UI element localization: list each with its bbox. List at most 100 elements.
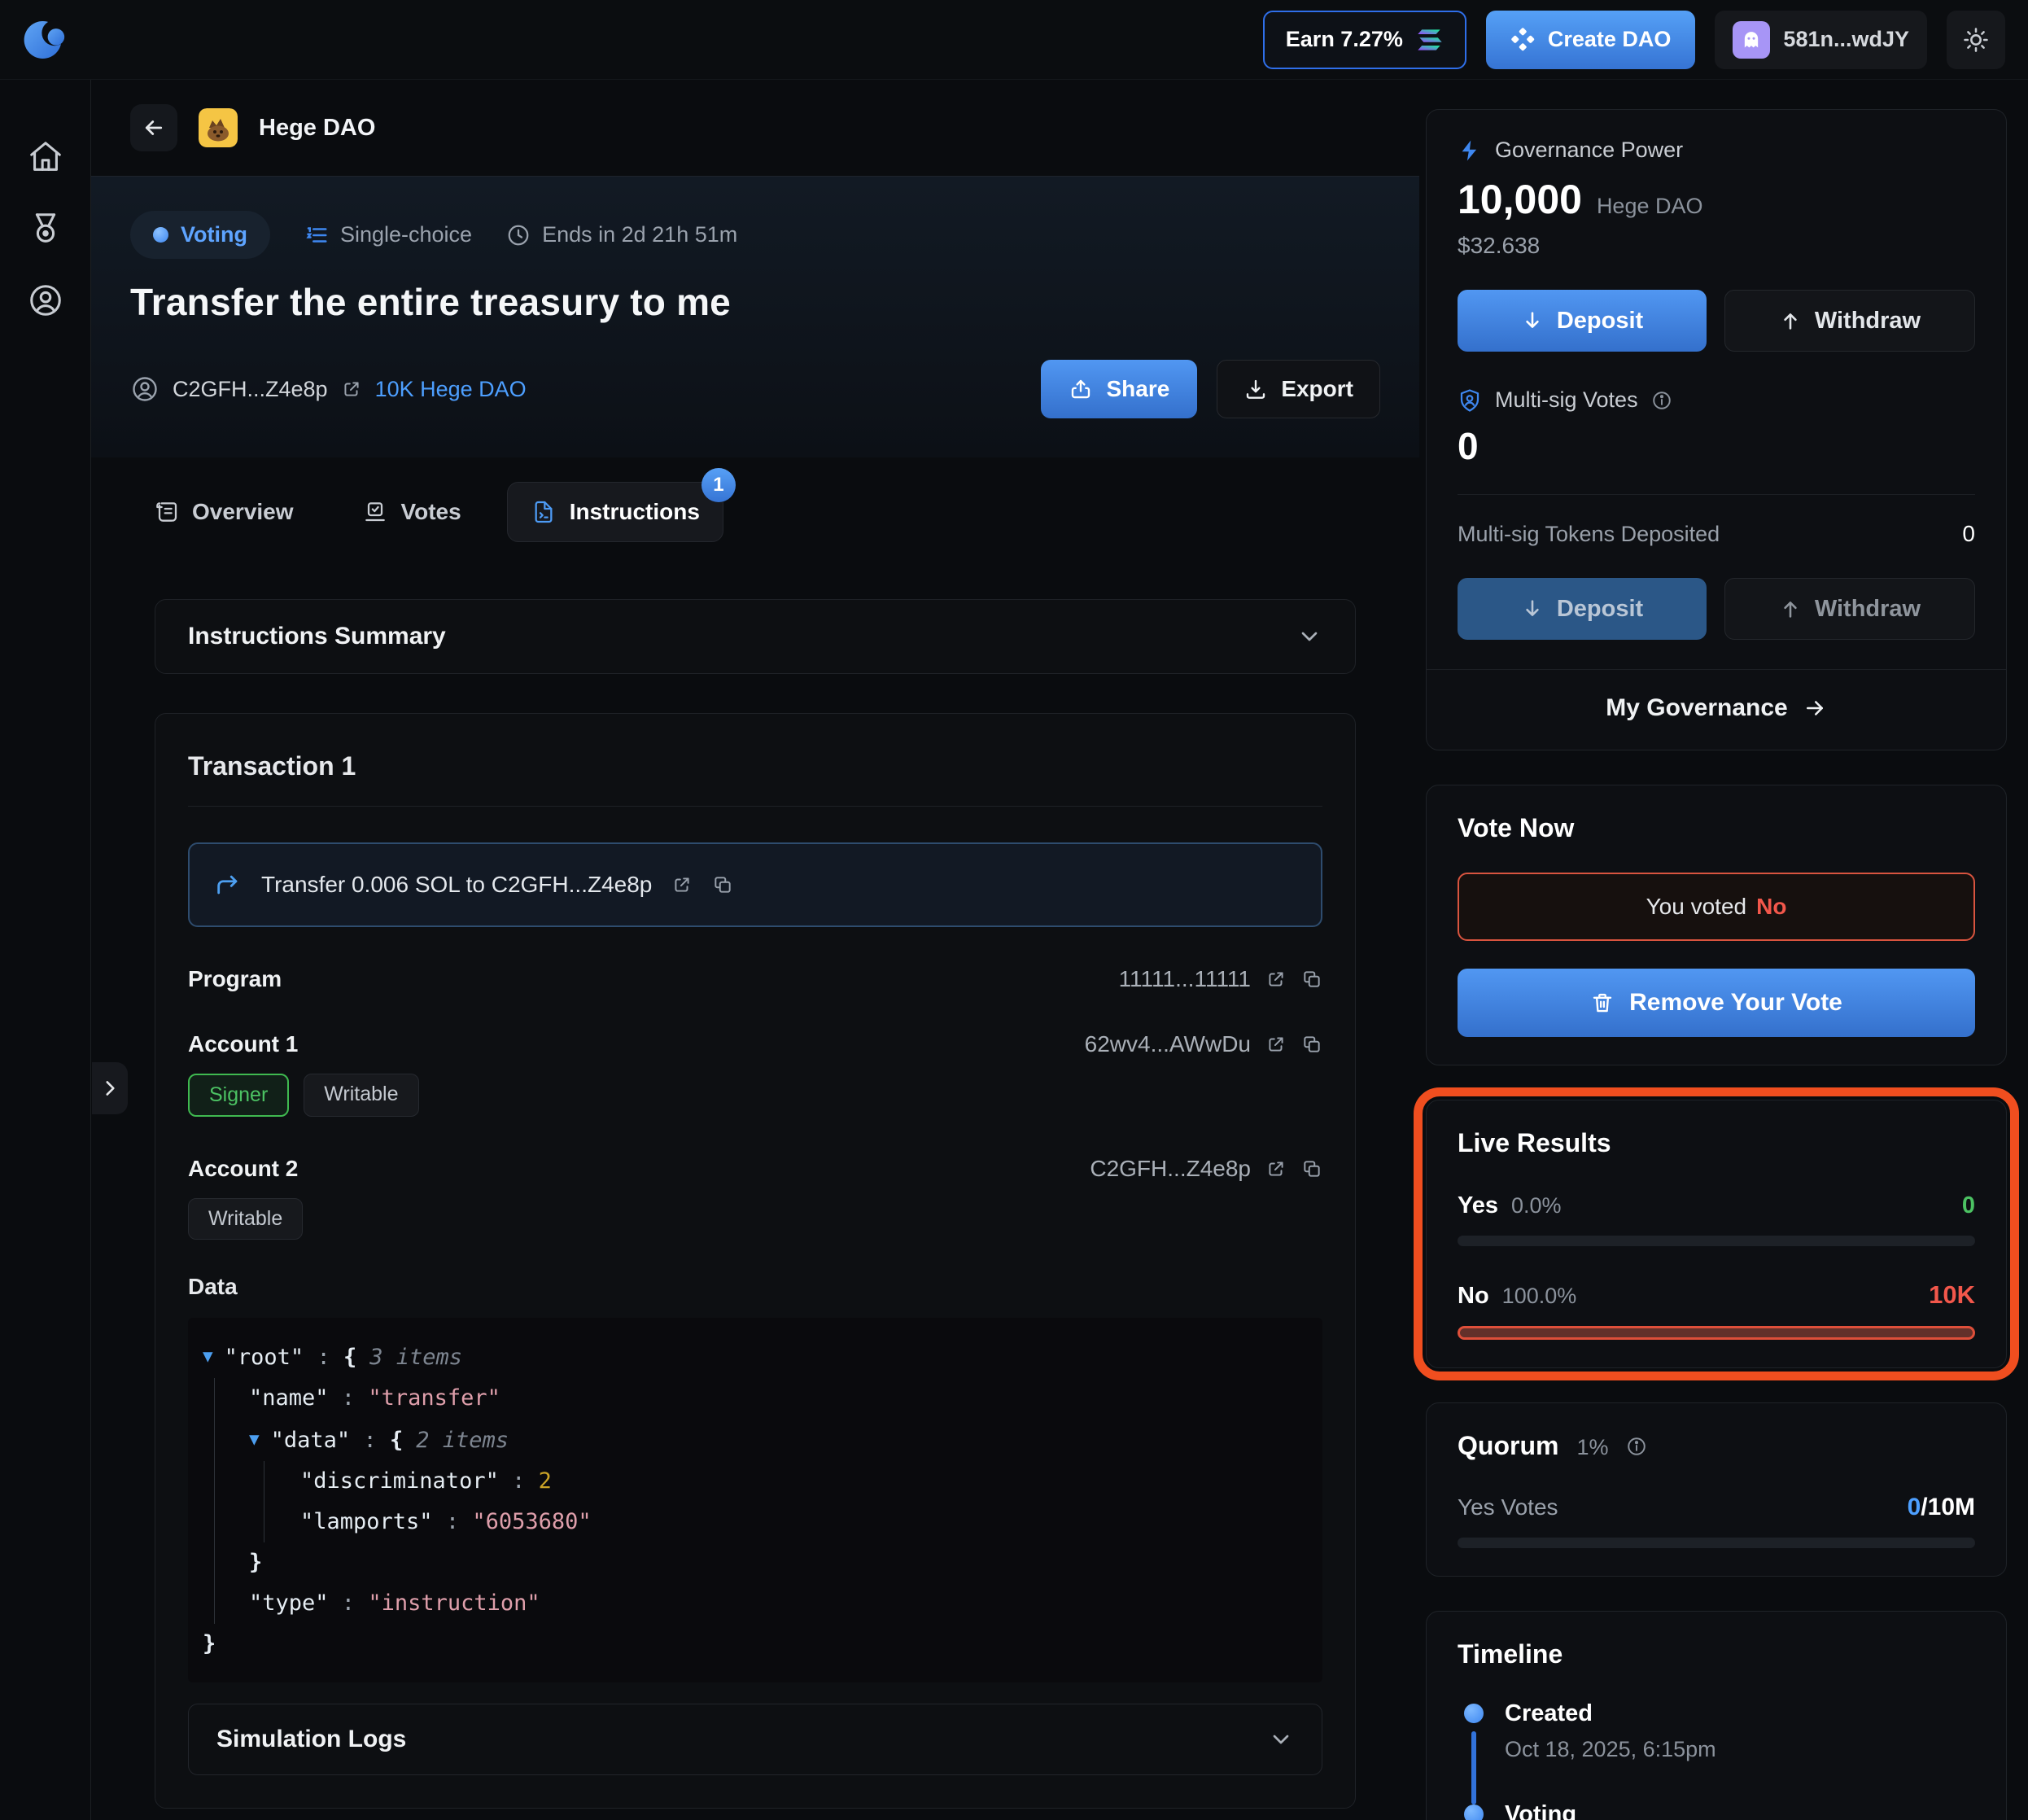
yes-label: Yes: [1458, 1192, 1498, 1219]
governance-power-amount: 10,000: [1458, 176, 1582, 223]
share-label: Share: [1106, 376, 1169, 402]
left-nav-rail: [0, 80, 91, 1820]
realms-logo-icon[interactable]: [21, 16, 68, 63]
collapse-triangle-icon[interactable]: ▼: [249, 1429, 260, 1449]
back-button[interactable]: [130, 104, 177, 151]
multisig-tokens-value: 0: [1962, 521, 1975, 547]
author-stake-link[interactable]: 10K Hege DAO: [375, 377, 527, 402]
deposit-button[interactable]: Deposit: [1458, 290, 1707, 352]
withdraw-button[interactable]: Withdraw: [1724, 290, 1975, 352]
copy-icon[interactable]: [712, 874, 733, 895]
tab-overview[interactable]: Overview: [130, 483, 317, 541]
external-link-icon[interactable]: [671, 874, 693, 895]
copy-icon[interactable]: [1301, 1034, 1322, 1055]
collapse-triangle-icon[interactable]: ▼: [203, 1346, 213, 1366]
timeline-item-created: Created Oct 18, 2025, 6:15pm: [1458, 1700, 1975, 1801]
instruction-row[interactable]: Transfer 0.006 SOL to C2GFH...Z4e8p: [188, 842, 1322, 927]
json-line: "name" : "transfer": [249, 1378, 1308, 1419]
yes-progress-bar: [1458, 1236, 1975, 1246]
copy-icon[interactable]: [1301, 969, 1322, 990]
json-line[interactable]: ▼"data" : {2 items: [249, 1419, 1308, 1461]
json-line: "lamports" : "6053680": [300, 1502, 1308, 1542]
copy-icon[interactable]: [1301, 1158, 1322, 1179]
remove-vote-label: Remove Your Vote: [1629, 989, 1842, 1017]
arrow-down-icon: [1521, 597, 1544, 620]
json-line[interactable]: ▼"root" : {3 items: [203, 1336, 1308, 1378]
chevron-down-icon: [1268, 1726, 1294, 1752]
external-link-icon[interactable]: [1265, 1034, 1287, 1055]
download-icon: [1243, 377, 1268, 401]
remove-vote-button[interactable]: Remove Your Vote: [1458, 969, 1975, 1037]
user-circle-icon[interactable]: [27, 282, 64, 319]
timeline-card: Timeline Created Oct 18, 2025, 6:15pm Vo…: [1426, 1611, 2007, 1820]
divider: [188, 806, 1322, 807]
quorum-percent: 1%: [1576, 1435, 1608, 1460]
arrow-up-icon: [1779, 597, 1802, 620]
author-avatar-icon: [130, 374, 160, 404]
json-line: }: [249, 1542, 1308, 1583]
tab-votes-label: Votes: [401, 499, 461, 525]
my-governance-link[interactable]: My Governance: [1458, 670, 1975, 722]
wallet-button[interactable]: 581n...wdJY: [1715, 11, 1927, 69]
breadcrumb: Hege DAO: [91, 80, 1419, 176]
external-link-icon[interactable]: [341, 378, 362, 400]
quorum-card: Quorum 1% Yes Votes 0/10M: [1426, 1402, 2007, 1577]
arrow-down-icon: [1521, 309, 1544, 332]
multisig-deposit-button[interactable]: Deposit: [1458, 578, 1707, 640]
dao-name[interactable]: Hege DAO: [259, 115, 375, 142]
share-button[interactable]: Share: [1041, 360, 1197, 418]
program-label: Program: [188, 966, 282, 992]
no-count: 10K: [1929, 1280, 1975, 1310]
home-icon[interactable]: [27, 138, 64, 176]
external-link-icon[interactable]: [1265, 969, 1287, 990]
json-line: "discriminator" : 2: [300, 1461, 1308, 1502]
dao-avatar[interactable]: [199, 108, 238, 147]
account2-value: C2GFH...Z4e8p: [1090, 1156, 1251, 1182]
medal-icon[interactable]: [27, 210, 64, 247]
quorum-required: /10M: [1921, 1494, 1975, 1520]
instructions-summary-title: Instructions Summary: [188, 623, 446, 650]
page-layout: Hege DAO Voting Single-choice: [0, 80, 2028, 1820]
theme-toggle-button[interactable]: [1947, 11, 2005, 69]
info-icon[interactable]: [1651, 390, 1672, 411]
export-button[interactable]: Export: [1217, 360, 1380, 418]
author-address[interactable]: C2GFH...Z4e8p: [173, 377, 328, 402]
vote-now-title: Vote Now: [1458, 813, 1975, 843]
trash-icon: [1590, 991, 1615, 1015]
scroll-icon: [153, 499, 179, 525]
file-code-icon: [531, 499, 557, 525]
instructions-summary-collapser[interactable]: Instructions Summary: [155, 599, 1356, 674]
create-dao-button[interactable]: Create DAO: [1486, 11, 1696, 69]
yes-count: 0: [1962, 1192, 1975, 1219]
ghost-icon: [1733, 21, 1770, 59]
simulation-logs-collapser[interactable]: Simulation Logs: [188, 1704, 1322, 1775]
status-dot-icon: [153, 227, 168, 243]
governance-power-title: Governance Power: [1495, 138, 1683, 163]
tab-overview-label: Overview: [192, 499, 294, 525]
multisig-withdraw-button[interactable]: Withdraw: [1724, 578, 1975, 640]
tab-instructions[interactable]: Instructions 1: [507, 482, 723, 542]
writable-badge: Writable: [188, 1198, 303, 1240]
tab-content: Instructions Summary Transaction 1 Trans…: [91, 567, 1419, 1809]
create-dao-label: Create DAO: [1548, 27, 1672, 52]
no-progress-bar: [1458, 1326, 1975, 1340]
proposal-header: Voting Single-choice Ends in 2d 21h 51m: [91, 176, 1419, 457]
earn-label: Earn 7.27%: [1286, 27, 1403, 52]
no-percent: 100.0%: [1502, 1284, 1577, 1309]
account2-row: Account 2 C2GFH...Z4e8p: [188, 1156, 1322, 1182]
sidebar-expand-handle[interactable]: [92, 1062, 128, 1114]
topbar: Earn 7.27%: [0, 0, 2028, 80]
external-link-icon[interactable]: [1265, 1158, 1287, 1179]
transaction-title: Transaction 1: [188, 751, 1322, 781]
quorum-progress-bar: [1458, 1538, 1975, 1548]
multisig-tokens-label: Multi-sig Tokens Deposited: [1458, 522, 1720, 547]
info-icon[interactable]: [1626, 1436, 1647, 1457]
wallet-address: 581n...wdJY: [1783, 27, 1909, 52]
tab-instructions-label: Instructions: [570, 499, 700, 525]
my-governance-label: My Governance: [1606, 694, 1787, 722]
tab-votes[interactable]: Votes: [339, 483, 484, 541]
timeline-dot-icon: [1464, 1704, 1484, 1723]
timeline-connector: [1471, 1731, 1476, 1805]
earn-button[interactable]: Earn 7.27%: [1263, 11, 1466, 69]
bolt-icon: [1458, 138, 1482, 163]
